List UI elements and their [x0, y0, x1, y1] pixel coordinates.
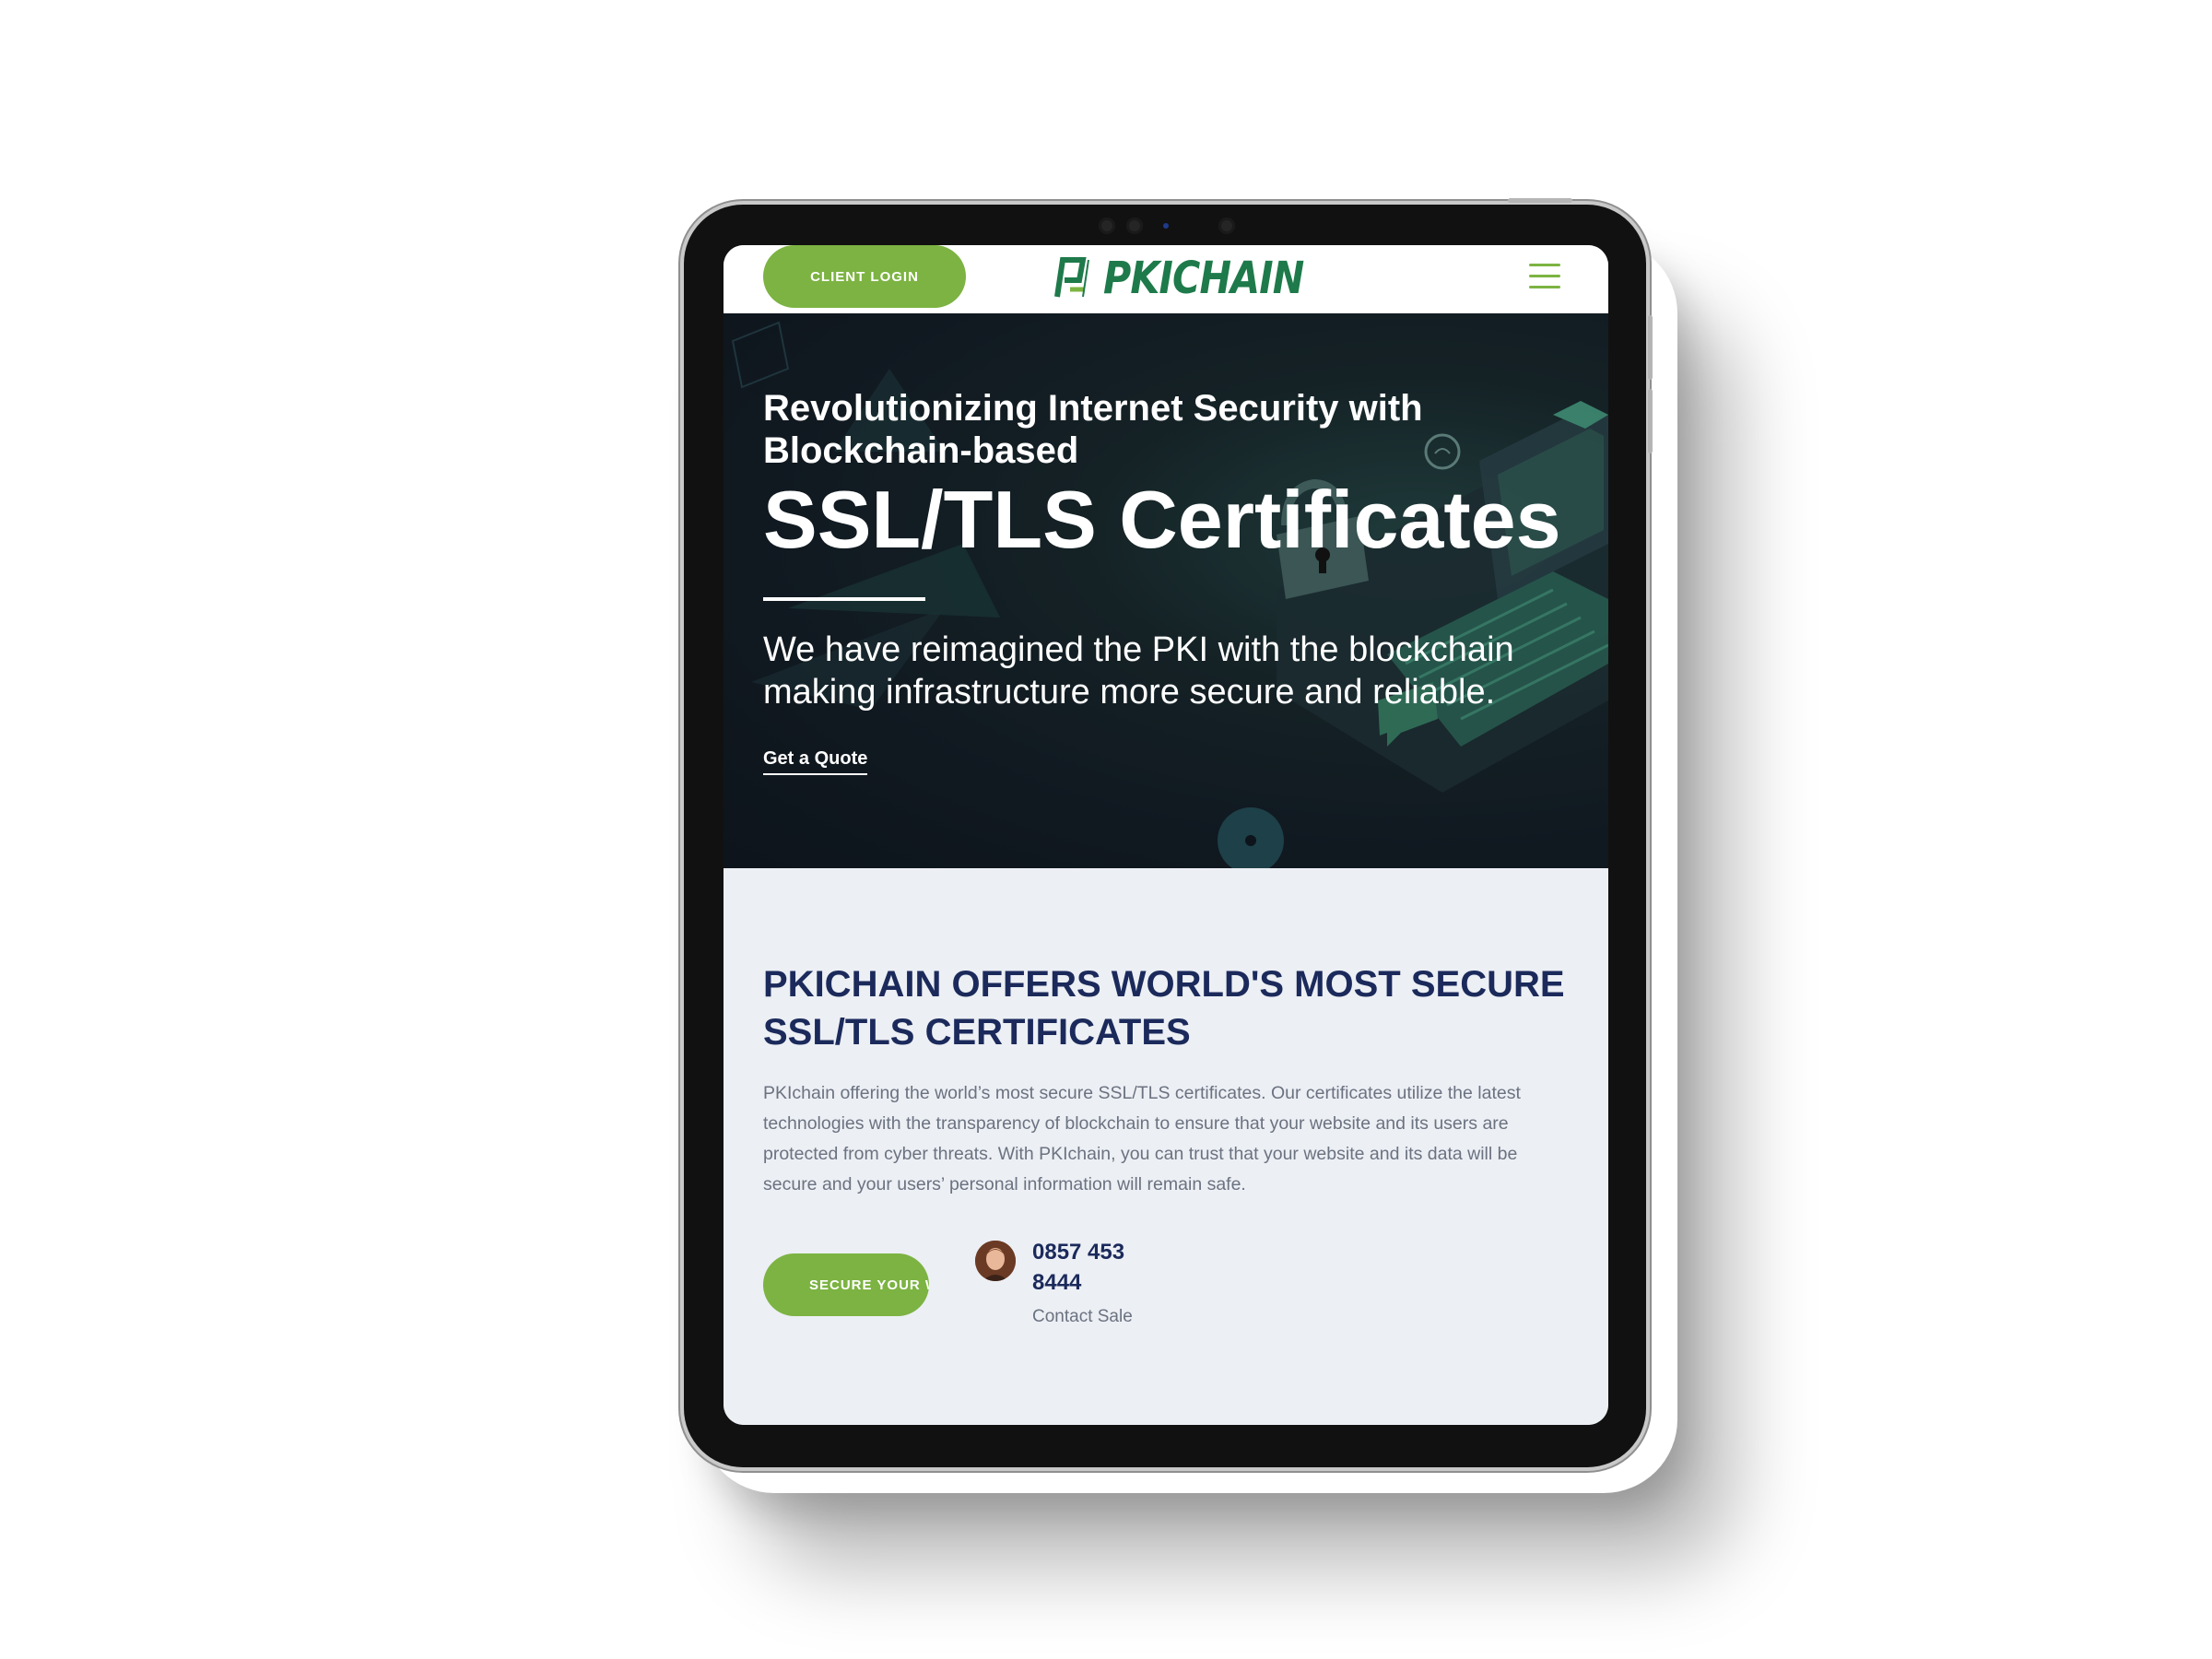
offer-section: PKICHAIN OFFERS WORLD'S MOST SECURE SSL/…	[724, 868, 1608, 1425]
sensor-icon	[1126, 218, 1143, 234]
contact-phone[interactable]: 0857 453 8444	[1032, 1237, 1161, 1298]
contact-label: Contact Sale	[1032, 1307, 1133, 1326]
hero-description: We have reimagined the PKI with the bloc…	[763, 630, 1514, 712]
logo-text: PKICHAIN	[1103, 253, 1304, 304]
hero-subtitle: Revolutionizing Internet Security with B…	[763, 388, 1423, 471]
hero-section: Revolutionizing Internet Security with B…	[724, 313, 1608, 868]
tablet-screen: CLIENT LOGIN PKICHAIN Revolutionizing In…	[724, 245, 1608, 1425]
get-a-quote-link[interactable]: Get a Quote	[763, 748, 868, 775]
volume-down-button	[1648, 389, 1653, 453]
logo-mark-icon	[1054, 257, 1089, 298]
hero-title: SSL/TLS Certificates	[763, 474, 1561, 565]
client-login-button[interactable]: CLIENT LOGIN	[763, 245, 966, 308]
hamburger-icon[interactable]	[1529, 264, 1560, 291]
power-button	[1508, 198, 1572, 203]
camera-bar	[1099, 218, 1246, 234]
site-header: CLIENT LOGIN PKICHAIN	[724, 245, 1608, 313]
section-body: PKIchain offering the world’s most secur…	[763, 1083, 1521, 1194]
volume-up-button	[1648, 315, 1653, 380]
camera-icon	[1163, 223, 1169, 229]
hero-divider	[763, 597, 925, 601]
sensor-icon	[1099, 218, 1115, 234]
sensor-icon	[1218, 218, 1235, 234]
secure-your-website-button[interactable]: SECURE YOUR W	[763, 1253, 929, 1316]
avatar	[975, 1241, 1016, 1281]
section-title: PKICHAIN OFFERS WORLD'S MOST SECURE SSL/…	[763, 964, 1565, 1053]
pkichain-logo[interactable]: PKICHAIN	[1052, 253, 1336, 304]
